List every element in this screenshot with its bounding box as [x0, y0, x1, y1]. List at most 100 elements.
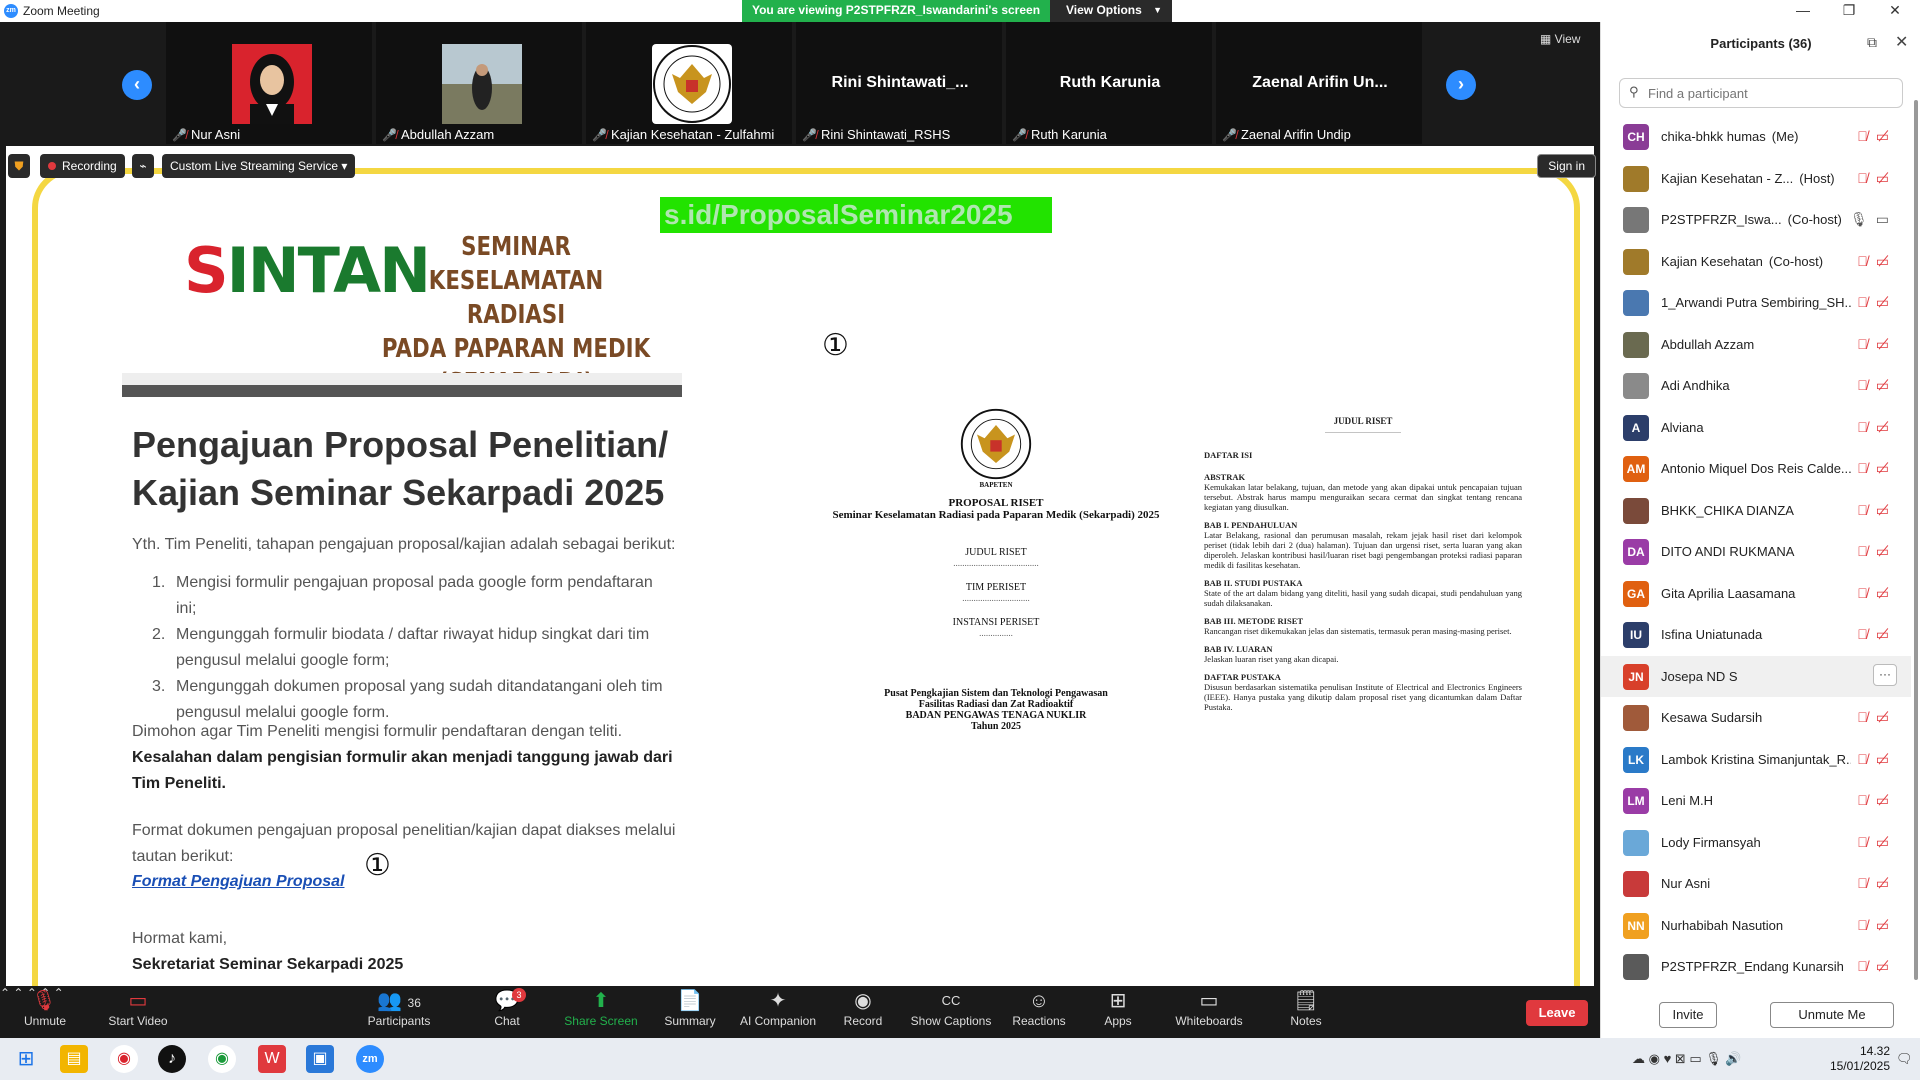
caret-up-icon[interactable]: ⌃: [13, 986, 23, 1000]
muted-mic-icon: 🎤̸: [382, 128, 397, 142]
participant-row[interactable]: NN Nurhabibah Nasution 🎙̸▭̸: [1601, 905, 1911, 946]
panel-scrollbar[interactable]: [1914, 100, 1918, 980]
participant-row[interactable]: Kajian Kesehatan (Co-host) 🎙̸▭̸: [1601, 241, 1911, 282]
more-options-button[interactable]: ···: [1873, 663, 1897, 686]
next-page-button[interactable]: ›: [1446, 70, 1476, 100]
caret-up-icon[interactable]: ⌃: [0, 986, 10, 1000]
participant-row[interactable]: JN Josepa ND S ···: [1601, 655, 1911, 697]
zoom-app-icon[interactable]: zm: [356, 1045, 384, 1073]
start-video-button[interactable]: ▭ Start Video: [106, 986, 170, 1038]
windows-start-icon[interactable]: ⊞: [12, 1045, 40, 1073]
mic-video-status-icons: 🎙̸▭̸: [1857, 294, 1897, 310]
leave-button[interactable]: Leave: [1526, 1000, 1588, 1026]
proposal-link-banner: s.id/ProposalSeminar2025: [660, 197, 1052, 233]
minimize-icon[interactable]: —: [1780, 0, 1826, 22]
chrome-icon[interactable]: ◉: [110, 1045, 138, 1073]
record-button[interactable]: ◉ Record: [842, 986, 884, 1038]
notifications-icon[interactable]: 🗨: [1896, 1051, 1913, 1067]
participant-row[interactable]: A Alviana 🎙̸▭̸: [1601, 407, 1911, 448]
chat-badge: 3: [512, 988, 526, 1002]
participant-row[interactable]: Lody Firmansyah 🎙̸▭̸: [1601, 822, 1911, 863]
tiktok-icon[interactable]: ♪: [158, 1045, 186, 1073]
show-captions-button[interactable]: CC Show Captions: [910, 986, 992, 1038]
meeting-toolbar: 🎙 Unmute ⌃ ▭ Start Video ⌃ 👥 36 Participant…: [0, 986, 1600, 1038]
prev-page-button[interactable]: ‹: [122, 70, 152, 100]
participant-name: BHKK_CHIKA DIANZA: [1661, 502, 1794, 518]
participants-button[interactable]: 👥 36 Participants: [362, 986, 436, 1038]
mic-video-status-icons: 🎙̸▭̸: [1857, 252, 1897, 269]
summary-button[interactable]: 📄 Summary: [662, 986, 718, 1038]
restore-icon[interactable]: ❐: [1826, 0, 1872, 22]
proposal-content-page: JUDUL RISET ............................…: [1204, 416, 1522, 712]
avatar: [1623, 497, 1649, 524]
invite-button[interactable]: Invite: [1659, 1002, 1717, 1028]
photos-icon[interactable]: ▣: [306, 1045, 334, 1073]
participant-search-input[interactable]: [1619, 78, 1903, 108]
security-shield-icon[interactable]: ⛊: [8, 154, 30, 178]
participant-row[interactable]: Kajian Kesehatan - Z... (Host) 🎙̸▭̸: [1601, 158, 1911, 199]
video-tile[interactable]: 🎤̸ Abdullah Azzam: [376, 22, 584, 144]
unmute-button[interactable]: 🎙 Unmute: [24, 986, 66, 1038]
sign-in-button[interactable]: Sign in: [1537, 154, 1596, 178]
participant-row[interactable]: BHKK_CHIKA DIANZA 🎙̸▭̸: [1601, 490, 1911, 531]
streaming-service-dropdown[interactable]: Custom Live Streaming Service ▾: [162, 154, 356, 178]
circled-number: ①: [822, 328, 849, 363]
participant-row[interactable]: P2STPFRZR_Endang Kunarsih 🎙̸▭̸: [1601, 946, 1911, 987]
video-off-icon: ▭: [128, 990, 148, 1012]
video-tile[interactable]: Ruth Karunia 🎤̸ Ruth Karunia: [1006, 22, 1214, 144]
viewing-banner: You are viewing P2STPFRZR_Iswandarini's …: [742, 0, 1050, 22]
unmute-me-button[interactable]: Unmute Me: [1770, 1002, 1894, 1028]
smiley-icon: ☺: [1028, 990, 1050, 1012]
view-button[interactable]: ▦ View: [1540, 32, 1580, 46]
participant-row[interactable]: Nur Asni 🎙̸▭̸: [1601, 863, 1911, 904]
participant-name: Nur Asni: [1661, 876, 1711, 891]
participant-row[interactable]: DA DITO ANDI RUKMANA 🎙̸▭̸: [1601, 531, 1911, 572]
participant-row[interactable]: CH chika-bhkk humas (Me) 🎙̸▭̸: [1601, 116, 1911, 157]
avatar: [1623, 290, 1649, 316]
participant-row[interactable]: IU Isfina Uniatunada 🎙̸▭̸: [1601, 614, 1911, 655]
regards-text: Hormat kami,: [132, 930, 228, 947]
whiteboards-button[interactable]: ▭ Whiteboards: [1172, 986, 1246, 1038]
livestream-icon[interactable]: ⌁: [132, 154, 154, 178]
file-explorer-icon[interactable]: ▤: [60, 1045, 88, 1073]
participant-row[interactable]: Kesawa Sudarsih 🎙̸▭̸: [1601, 697, 1911, 738]
pop-out-icon[interactable]: ⧉: [1867, 34, 1877, 51]
participant-row[interactable]: Adi Andhika 🎙̸▭̸: [1601, 365, 1911, 406]
notes-button[interactable]: 🗒 Notes: [1286, 986, 1326, 1038]
tile-label: 🎤̸ Nur Asni: [172, 127, 241, 142]
close-icon[interactable]: ✕: [1895, 32, 1908, 52]
participant-photo: [442, 44, 522, 124]
avatar: [1623, 207, 1649, 233]
participant-row[interactable]: LM Leni M.H 🎙̸▭̸: [1601, 780, 1911, 821]
participant-row[interactable]: AM Antonio Miquel Dos Reis Calde... 🎙̸▭̸: [1601, 448, 1911, 489]
ai-companion-button[interactable]: ✦ AI Companion: [738, 986, 818, 1038]
participant-row[interactable]: Abdullah Azzam 🎙̸▭̸: [1601, 324, 1911, 365]
share-screen-button[interactable]: ⬆ Share Screen: [564, 986, 638, 1038]
participant-row[interactable]: GA Gita Aprilia Laasamana 🎙̸▭̸: [1601, 573, 1911, 614]
clock[interactable]: 14.32 15/01/2025: [1820, 1044, 1890, 1074]
participant-row[interactable]: 1_Arwandi Putra Sembiring_SH... 🎙̸▭̸: [1601, 282, 1911, 323]
reactions-button[interactable]: ☺ Reactions: [1012, 986, 1066, 1038]
muted-mic-icon: 🎤̸: [172, 128, 187, 142]
view-options-button[interactable]: View Options ▼: [1050, 0, 1172, 22]
video-tile[interactable]: 🎤̸ Nur Asni: [166, 22, 374, 144]
participant-name: Isfina Uniatunada: [1661, 627, 1763, 642]
video-tile[interactable]: Zaenal Arifin Un... 🎤̸ Zaenal Arifin Undi…: [1216, 22, 1424, 144]
format-proposal-link[interactable]: Format Pengajuan Proposal: [132, 873, 344, 891]
video-tile[interactable]: 🎤̸ Kajian Kesehatan - Zulfahmi: [586, 22, 794, 144]
close-window-icon[interactable]: ✕: [1872, 0, 1918, 22]
wps-icon[interactable]: W: [258, 1045, 286, 1073]
recording-indicator[interactable]: Recording: [40, 154, 125, 178]
apps-button[interactable]: ⊞ Apps: [1100, 986, 1136, 1038]
video-tile[interactable]: Rini Shintawati_... 🎤̸ Rini Shintawati_RS…: [796, 22, 1004, 144]
participant-row[interactable]: P2STPFRZR_Iswa... (Co-host) 🎙▭: [1601, 199, 1911, 240]
participant-row[interactable]: LK Lambok Kristina Simanjuntak_R... 🎙̸▭̸: [1601, 739, 1911, 780]
participant-name: chika-bhkk humas (Me): [1661, 129, 1799, 144]
avatar: DA: [1623, 539, 1649, 565]
avatar: [1623, 954, 1649, 980]
chrome-profile-icon[interactable]: ◉: [208, 1045, 236, 1073]
participant-name: Josepa ND S: [1661, 668, 1738, 684]
muted-mic-icon: 🎤̸: [592, 128, 607, 142]
participant-name: Nurhabibah Nasution: [1661, 917, 1784, 933]
tray-icons[interactable]: ☁ ◉ ♥ ⊠ ▭ 🎙 🔊: [1632, 1051, 1742, 1067]
